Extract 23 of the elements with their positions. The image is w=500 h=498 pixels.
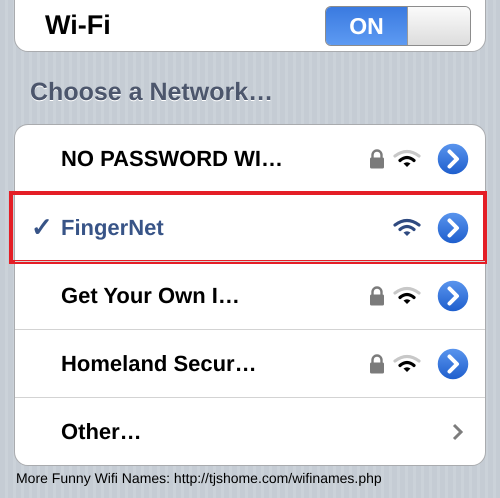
network-name: FingerNet xyxy=(61,214,165,240)
detail-disclosure-button[interactable] xyxy=(435,346,471,382)
detail-disclosure-button[interactable] xyxy=(435,141,471,177)
network-name: NO PASSWORD WI… xyxy=(61,146,284,172)
other-label: Other… xyxy=(61,418,143,444)
detail-disclosure-button[interactable] xyxy=(435,210,471,246)
wifi-signal-icon xyxy=(393,218,421,238)
wifi-signal-icon xyxy=(393,149,421,169)
other-network-row[interactable]: Other… xyxy=(15,397,485,465)
checkmark: ✓ xyxy=(31,212,54,243)
section-header: Choose a Network… xyxy=(30,78,274,108)
footer-note: More Funny Wifi Names: http://tjshome.com/wifinames.php xyxy=(16,470,383,486)
wifi-label: Wi-Fi xyxy=(45,8,111,40)
wifi-signal-icon xyxy=(393,286,421,306)
network-row[interactable]: NO PASSWORD WI… xyxy=(15,125,485,193)
network-row[interactable]: Homeland Secur… xyxy=(15,329,485,397)
detail-disclosure-button[interactable] xyxy=(435,278,471,314)
chevron-icon xyxy=(451,422,463,440)
network-row[interactable]: ✓ FingerNet xyxy=(15,193,485,261)
network-name: Get Your Own I… xyxy=(61,282,241,308)
network-name: Homeland Secur… xyxy=(61,350,258,376)
network-row[interactable]: Get Your Own I… xyxy=(15,261,485,329)
wifi-signal-icon xyxy=(393,354,421,374)
